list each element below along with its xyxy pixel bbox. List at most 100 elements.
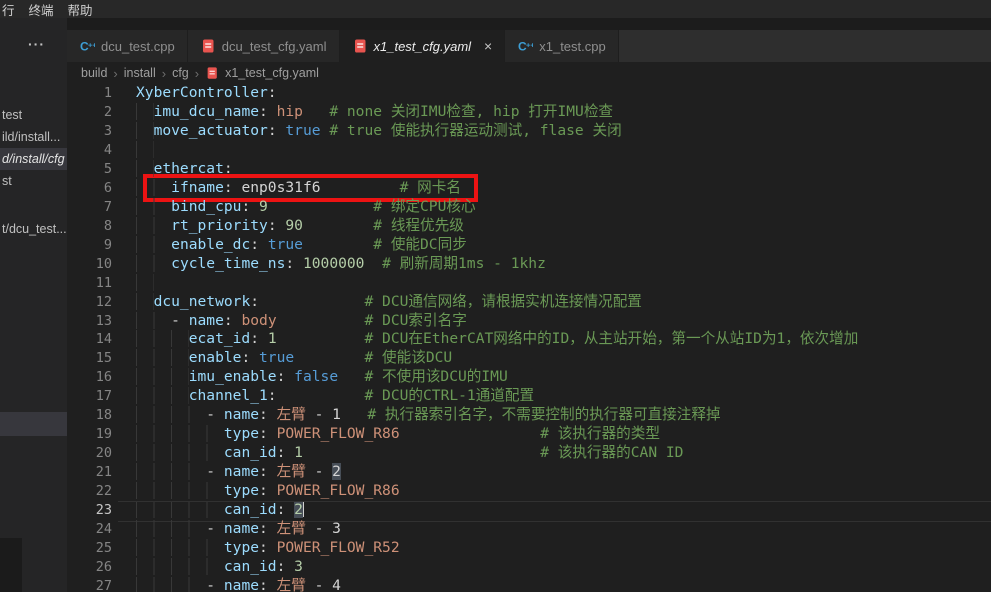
code-text: can_id: 3 (136, 558, 303, 577)
code-line[interactable]: 26 can_id: 3 (67, 558, 991, 577)
code-text: imu_enable: false # 不使用该DCU的IMU (136, 368, 508, 387)
code-text: - name: 左臂 - 4 (136, 577, 341, 592)
code-line[interactable]: 4 (67, 141, 991, 160)
sidebar-item[interactable]: ild/install... (0, 126, 67, 148)
code-line[interactable]: 2 imu_dcu_name: hip # none 关闭IMU检查, hip … (67, 103, 991, 122)
code-text: enable_dc: true # 使能DC同步 (136, 236, 467, 255)
code-text: rt_priority: 90 # 线程优先级 (136, 217, 464, 236)
line-number: 27 (67, 577, 112, 592)
code-line[interactable]: 3 move_actuator: true # true 使能执行器运动测试, … (67, 122, 991, 141)
code-line[interactable]: 22 type: POWER_FLOW_R86 (67, 482, 991, 501)
breadcrumb-segment[interactable]: build (81, 66, 107, 80)
sidebar-item[interactable]: st (0, 170, 67, 192)
tab-dcu_test.cpp[interactable]: C++ dcu_test.cpp (67, 30, 188, 62)
breadcrumb-segment[interactable]: cfg (172, 66, 189, 80)
code-line[interactable]: 19 type: POWER_FLOW_R86 # 该执行器的类型 (67, 425, 991, 444)
code-text: ecat_id: 1 # DCU在EtherCAT网络中的ID，从主站开始，第一… (136, 330, 858, 349)
code-line[interactable]: 27 - name: 左臂 - 4 (67, 577, 991, 592)
vscode-window: 行 终端 帮助 ··· testild/install...d/install/… (0, 0, 991, 592)
code-text: - name: 左臂 - 1 # 执行器索引名字，不需要控制的执行器可直接注释掉 (136, 406, 721, 425)
code-text (136, 141, 154, 160)
code-line[interactable]: 7 bind_cpu: 9 # 绑定CPU核心 (67, 198, 991, 217)
line-number: 2 (67, 103, 112, 122)
chevron-right-icon: › (113, 66, 117, 81)
tab-x1_test.cpp[interactable]: C++ x1_test.cpp (505, 30, 619, 62)
chevron-right-icon: › (162, 66, 166, 81)
line-number: 17 (67, 387, 112, 406)
code-line[interactable]: 16 imu_enable: false # 不使用该DCU的IMU (67, 368, 991, 387)
line-number: 6 (67, 179, 112, 198)
yaml-file-icon (205, 66, 219, 80)
code-line[interactable]: 15 enable: true # 使能该DCU (67, 349, 991, 368)
breadcrumb: build›install›cfg›x1_test_cfg.yaml (67, 62, 991, 84)
code-line[interactable]: 1XyberController: (67, 84, 991, 103)
menu-item-run[interactable]: 行 (0, 0, 22, 19)
line-number: 13 (67, 312, 112, 331)
line-number: 15 (67, 349, 112, 368)
line-number: 7 (67, 198, 112, 217)
tab-label: dcu_test.cpp (101, 39, 175, 54)
text-cursor (303, 501, 305, 517)
more-actions-icon[interactable]: ··· (28, 36, 45, 52)
code-line[interactable]: 10 cycle_time_ns: 1000000 # 刷新周期1ms - 1k… (67, 255, 991, 274)
line-number: 5 (67, 160, 112, 179)
code-text: can_id: 1 # 该执行器的CAN ID (136, 444, 683, 463)
sidebar-item[interactable]: d/install/cfg (0, 148, 67, 170)
code-line[interactable]: 25 type: POWER_FLOW_R52 (67, 539, 991, 558)
code-line[interactable]: 6 ifname: enp0s31f6 # 网卡名 (67, 179, 991, 198)
code-text: - name: 左臂 - 2 (136, 463, 341, 482)
code-line[interactable]: 23 can_id: 2 (67, 501, 991, 520)
code-line[interactable]: 14 ecat_id: 1 # DCU在EtherCAT网络中的ID，从主站开始… (67, 330, 991, 349)
code-line[interactable]: 20 can_id: 1 # 该执行器的CAN ID (67, 444, 991, 463)
sidebar-bottom-panel (0, 538, 22, 592)
code-line[interactable]: 5 ethercat: (67, 160, 991, 179)
breadcrumb-segment[interactable]: install (124, 66, 156, 80)
code-line[interactable]: 11 (67, 274, 991, 293)
code-editor[interactable]: 1XyberController:2 imu_dcu_name: hip # n… (67, 84, 991, 592)
tab-label: x1_test.cpp (539, 39, 606, 54)
code-text: move_actuator: true # true 使能执行器运动测试, fl… (136, 122, 622, 141)
line-number: 4 (67, 141, 112, 160)
line-number: 26 (67, 558, 112, 577)
code-text: channel_1: # DCU的CTRL-1通道配置 (136, 387, 534, 406)
code-line[interactable]: 24 - name: 左臂 - 3 (67, 520, 991, 539)
code-line[interactable]: 9 enable_dc: true # 使能DC同步 (67, 236, 991, 255)
code-text: dcu_network: # DCU通信网络，请根据实机连接情况配置 (136, 293, 642, 312)
code-line[interactable]: 17 channel_1: # DCU的CTRL-1通道配置 (67, 387, 991, 406)
tab-bar: C++ dcu_test.cpp dcu_test_cfg.yamlx1_test_… (67, 30, 991, 62)
editor-group: C++dcu_test.cppdcu_test_cfg.yamlx1_test_… (67, 18, 991, 592)
sidebar-selection-band (0, 412, 67, 436)
code-text: - name: 左臂 - 3 (136, 520, 341, 539)
code-text: cycle_time_ns: 1000000 # 刷新周期1ms - 1khz (136, 255, 546, 274)
line-number: 3 (67, 122, 112, 141)
code-line[interactable]: 18 - name: 左臂 - 1 # 执行器索引名字，不需要控制的执行器可直接… (67, 406, 991, 425)
yaml-file-icon (200, 38, 216, 54)
code-line[interactable]: 21 - name: 左臂 - 2 (67, 463, 991, 482)
line-number: 14 (67, 330, 112, 349)
breadcrumb-file[interactable]: x1_test_cfg.yaml (225, 66, 319, 80)
code-text: ethercat: (136, 160, 233, 179)
menu-item-terminal[interactable]: 终端 (22, 0, 61, 19)
code-text: - name: body # DCU索引名字 (136, 312, 467, 331)
code-text: imu_dcu_name: hip # none 关闭IMU检查, hip 打开… (136, 103, 613, 122)
tab-bar-top-gap (67, 18, 991, 30)
cpp-file-icon: C++ (79, 38, 95, 54)
menu-item-help[interactable]: 帮助 (61, 0, 100, 19)
sidebar-list: testild/install...d/install/cfgst t/dcu_t… (0, 104, 67, 240)
code-line[interactable]: 8 rt_priority: 90 # 线程优先级 (67, 217, 991, 236)
sidebar-item[interactable]: test (0, 104, 67, 126)
line-number: 12 (67, 293, 112, 312)
line-number: 9 (67, 236, 112, 255)
cpp-file-icon: C++ (517, 38, 533, 54)
tab-dcu_test_cfg.yaml[interactable]: dcu_test_cfg.yaml (188, 30, 340, 62)
code-text (136, 274, 154, 293)
close-icon[interactable]: × (484, 38, 492, 54)
line-number: 1 (67, 84, 112, 103)
sidebar-item[interactable]: t/dcu_test... (0, 218, 67, 240)
sidebar: ··· testild/install...d/install/cfgst t/d… (0, 18, 67, 592)
line-number: 20 (67, 444, 112, 463)
code-line[interactable]: 12 dcu_network: # DCU通信网络，请根据实机连接情况配置 (67, 293, 991, 312)
line-number: 23 (67, 501, 112, 520)
code-line[interactable]: 13 - name: body # DCU索引名字 (67, 312, 991, 331)
tab-x1_test_cfg.yaml[interactable]: x1_test_cfg.yaml× (340, 30, 506, 62)
